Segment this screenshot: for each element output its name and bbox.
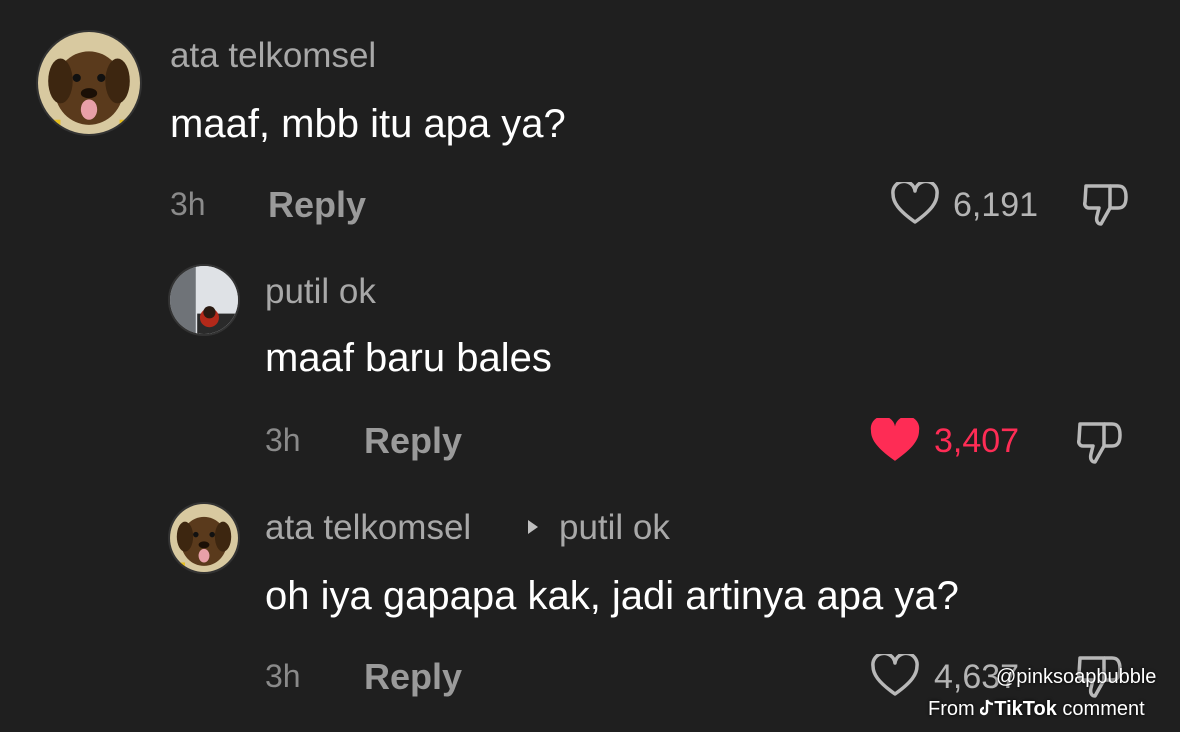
room-avatar-image — [170, 266, 238, 334]
thumbs-down-icon[interactable] — [1080, 180, 1132, 230]
watermark-brand: TikTok — [994, 698, 1057, 720]
watermark-suffix: comment — [1062, 698, 1145, 720]
comment-username[interactable]: ata telkomsel — [170, 36, 376, 76]
thumbs-down-icon[interactable] — [1074, 418, 1126, 468]
tiktok-logo-icon — [980, 699, 994, 723]
comment-time: 3h — [170, 186, 206, 222]
caret-right-icon — [526, 518, 540, 542]
avatar[interactable] — [168, 264, 240, 336]
heart-outline-icon[interactable] — [870, 654, 920, 698]
avatar[interactable] — [168, 502, 240, 574]
comment-text: maaf, mbb itu apa ya? — [170, 102, 566, 146]
dog-avatar-image — [170, 504, 238, 572]
reply-button[interactable]: Reply — [364, 420, 462, 462]
dog-avatar-image — [38, 32, 140, 134]
heart-filled-icon[interactable] — [868, 418, 922, 464]
reply-to-username[interactable]: putil ok — [559, 508, 670, 548]
comment-username[interactable]: ata telkomsel — [265, 508, 471, 548]
comment-text: oh iya gapapa kak, jadi artinya apa ya? — [265, 574, 959, 618]
comment-username[interactable]: putil ok — [265, 272, 376, 312]
avatar[interactable] — [36, 30, 142, 136]
heart-outline-icon[interactable] — [890, 182, 940, 226]
comment-time: 3h — [265, 658, 301, 694]
reply-button[interactable]: Reply — [268, 184, 366, 226]
watermark-from: From — [928, 698, 975, 720]
comment-time: 3h — [265, 422, 301, 458]
watermark-handle: @pinksoapbubble — [996, 666, 1157, 688]
reply-button[interactable]: Reply — [364, 656, 462, 698]
like-count: 3,407 — [934, 422, 1020, 460]
like-count: 6,191 — [953, 186, 1039, 224]
watermark-line: From TikTok comment — [928, 698, 1145, 723]
comment-text: maaf baru bales — [265, 336, 552, 380]
